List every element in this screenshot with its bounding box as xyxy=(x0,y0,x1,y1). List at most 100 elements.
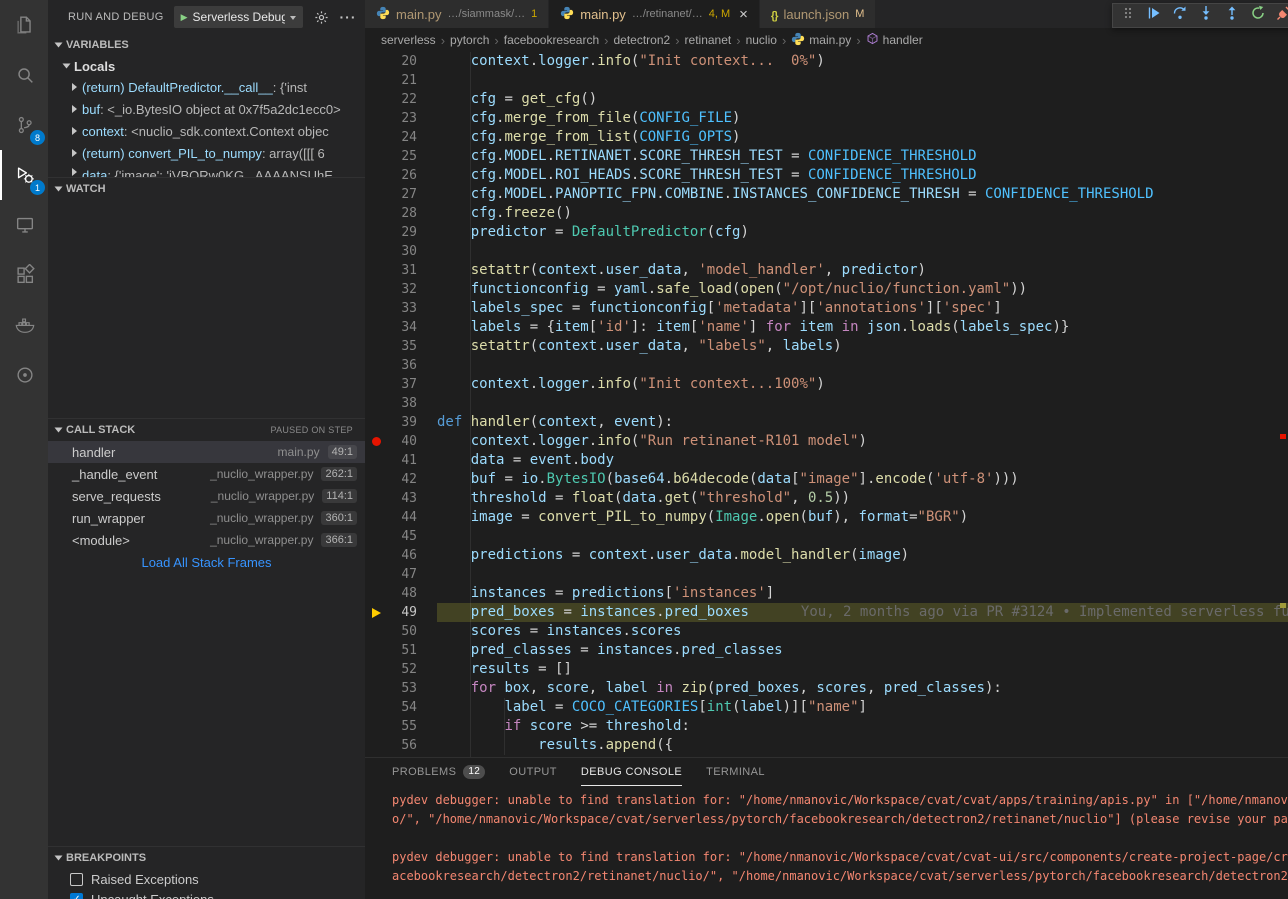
step-out-button[interactable] xyxy=(1219,4,1245,27)
glyph-margin[interactable] xyxy=(365,736,387,755)
glyph-margin[interactable] xyxy=(365,508,387,527)
glyph-margin[interactable] xyxy=(365,90,387,109)
glyph-margin[interactable] xyxy=(365,413,387,432)
code-area[interactable]: 20 context.logger.info("Init context... … xyxy=(365,52,1288,757)
code-line-24[interactable]: 24 cfg.merge_from_list(CONFIG_OPTS) xyxy=(365,128,1288,147)
editor-tab-launch-json[interactable]: {}launch.jsonM xyxy=(760,0,877,28)
glyph-margin[interactable] xyxy=(365,546,387,565)
code-line-51[interactable]: 51 pred_classes = instances.pred_classes xyxy=(365,641,1288,660)
glyph-margin[interactable] xyxy=(365,679,387,698)
breakpoint-item[interactable]: ✓Uncaught Exceptions xyxy=(48,889,365,899)
code-line-53[interactable]: 53 for box, score, label in zip(pred_box… xyxy=(365,679,1288,698)
start-debugging-icon[interactable]: ▶ xyxy=(181,13,188,22)
code-line-27[interactable]: 27 cfg.MODEL.PANOPTIC_FPN.COMBINE.INSTAN… xyxy=(365,185,1288,204)
step-into-button[interactable] xyxy=(1193,4,1219,27)
activity-bar-item-source-control[interactable]: 8 xyxy=(0,100,48,150)
disconnect-button[interactable] xyxy=(1271,4,1288,27)
glyph-margin[interactable] xyxy=(365,622,387,641)
code-line-49[interactable]: 49 pred_boxes = instances.pred_boxesYou,… xyxy=(365,603,1288,622)
code-line-52[interactable]: 52 results = [] xyxy=(365,660,1288,679)
continue-button[interactable] xyxy=(1141,4,1167,27)
glyph-margin[interactable] xyxy=(365,280,387,299)
variable-row[interactable]: (return) DefaultPredictor.__call__: {'in… xyxy=(48,76,365,98)
breadcrumb-main-py[interactable]: main.py xyxy=(791,32,851,49)
variables-section-header[interactable]: VARIABLES xyxy=(48,34,365,56)
close-icon[interactable]: × xyxy=(739,7,748,22)
code-line-41[interactable]: 41 data = event.body xyxy=(365,451,1288,470)
code-line-45[interactable]: 45 xyxy=(365,527,1288,546)
breadcrumb-handler[interactable]: handler xyxy=(866,32,923,48)
breakpoint-icon[interactable] xyxy=(365,432,387,451)
glyph-margin[interactable] xyxy=(365,337,387,356)
glyph-margin[interactable] xyxy=(365,261,387,280)
breadcrumb-serverless[interactable]: serverless xyxy=(381,33,436,47)
panel-tab-debug-console[interactable]: DEBUG CONSOLE xyxy=(581,758,682,786)
code-line-38[interactable]: 38 xyxy=(365,394,1288,413)
activity-bar-item-test-explorer[interactable] xyxy=(0,350,48,400)
variable-row[interactable]: buf: <_io.BytesIO object at 0x7f5a2dc1ec… xyxy=(48,98,365,120)
code-line-23[interactable]: 23 cfg.merge_from_file(CONFIG_FILE) xyxy=(365,109,1288,128)
glyph-margin[interactable] xyxy=(365,470,387,489)
breadcrumb-detectron2[interactable]: detectron2 xyxy=(613,33,670,47)
glyph-margin[interactable] xyxy=(365,185,387,204)
panel-tab-terminal[interactable]: TERMINAL xyxy=(706,758,765,786)
code-line-33[interactable]: 33 labels_spec = functionconfig['metadat… xyxy=(365,299,1288,318)
glyph-margin[interactable] xyxy=(365,489,387,508)
activity-bar-item-remote-explorer[interactable] xyxy=(0,200,48,250)
glyph-margin[interactable] xyxy=(365,527,387,546)
stack-frame[interactable]: handlermain.py49:1 xyxy=(48,441,365,463)
debug-current-step-icon[interactable] xyxy=(365,603,387,622)
code-line-34[interactable]: 34 labels = {item['id']: item['name'] fo… xyxy=(365,318,1288,337)
code-line-20[interactable]: 20 context.logger.info("Init context... … xyxy=(365,52,1288,71)
editor-tab-main-py[interactable]: main.py…/siammask/…1 xyxy=(365,0,549,28)
glyph-margin[interactable] xyxy=(365,166,387,185)
restart-button[interactable] xyxy=(1245,4,1271,27)
code-line-26[interactable]: 26 cfg.MODEL.ROI_HEADS.SCORE_THRESH_TEST… xyxy=(365,166,1288,185)
code-line-25[interactable]: 25 cfg.MODEL.RETINANET.SCORE_THRESH_TEST… xyxy=(365,147,1288,166)
stack-frame[interactable]: <module>_nuclio_wrapper.py366:1 xyxy=(48,529,365,551)
glyph-margin[interactable] xyxy=(365,717,387,736)
activity-bar-item-extensions[interactable] xyxy=(0,250,48,300)
glyph-margin[interactable] xyxy=(365,52,387,71)
activity-bar-item-search[interactable] xyxy=(0,50,48,100)
code-line-29[interactable]: 29 predictor = DefaultPredictor(cfg) xyxy=(365,223,1288,242)
glyph-margin[interactable] xyxy=(365,318,387,337)
checkbox[interactable] xyxy=(70,873,83,886)
code-line-43[interactable]: 43 threshold = float(data.get("threshold… xyxy=(365,489,1288,508)
drag-handle-button[interactable] xyxy=(1115,4,1141,27)
glyph-margin[interactable] xyxy=(365,641,387,660)
gear-icon[interactable] xyxy=(314,10,329,25)
call-stack-section-header[interactable]: CALL STACK PAUSED ON STEP xyxy=(48,419,365,441)
code-line-30[interactable]: 30 xyxy=(365,242,1288,261)
code-line-48[interactable]: 48 instances = predictions['instances'] xyxy=(365,584,1288,603)
glyph-margin[interactable] xyxy=(365,299,387,318)
code-line-21[interactable]: 21 xyxy=(365,71,1288,90)
step-over-button[interactable] xyxy=(1167,4,1193,27)
breadcrumb-nuclio[interactable]: nuclio xyxy=(746,33,777,47)
glyph-margin[interactable] xyxy=(365,204,387,223)
glyph-margin[interactable] xyxy=(365,71,387,90)
code-line-28[interactable]: 28 cfg.freeze() xyxy=(365,204,1288,223)
editor-tab-main-py[interactable]: main.py…/retinanet/…4, M× xyxy=(549,0,760,28)
breadcrumb-retinanet[interactable]: retinanet xyxy=(685,33,732,47)
activity-bar-item-run-and-debug[interactable]: 1 xyxy=(0,150,48,200)
glyph-margin[interactable] xyxy=(365,356,387,375)
stack-frame[interactable]: run_wrapper_nuclio_wrapper.py360:1 xyxy=(48,507,365,529)
glyph-margin[interactable] xyxy=(365,394,387,413)
code-line-36[interactable]: 36 xyxy=(365,356,1288,375)
code-line-50[interactable]: 50 scores = instances.scores xyxy=(365,622,1288,641)
debug-config-picker[interactable]: ▶ Serverless Debug xyxy=(174,6,303,28)
variable-row[interactable]: (return) convert_PIL_to_numpy: array([[[… xyxy=(48,142,365,164)
panel-tab-problems[interactable]: PROBLEMS12 xyxy=(392,758,485,786)
code-line-22[interactable]: 22 cfg = get_cfg() xyxy=(365,90,1288,109)
activity-bar-item-docker[interactable] xyxy=(0,300,48,350)
glyph-margin[interactable] xyxy=(365,147,387,166)
watch-section-header[interactable]: WATCH xyxy=(48,178,365,200)
code-line-31[interactable]: 31 setattr(context.user_data, 'model_han… xyxy=(365,261,1288,280)
variable-row[interactable]: data: {'image': 'iVBORw0KG...AAAANSUhE xyxy=(48,164,365,177)
load-all-stack-frames-link[interactable]: Load All Stack Frames xyxy=(48,551,365,573)
code-line-44[interactable]: 44 image = convert_PIL_to_numpy(Image.op… xyxy=(365,508,1288,527)
glyph-margin[interactable] xyxy=(365,375,387,394)
debug-console-output[interactable]: pydev debugger: unable to find translati… xyxy=(365,786,1288,899)
panel-tab-output[interactable]: OUTPUT xyxy=(509,758,557,786)
